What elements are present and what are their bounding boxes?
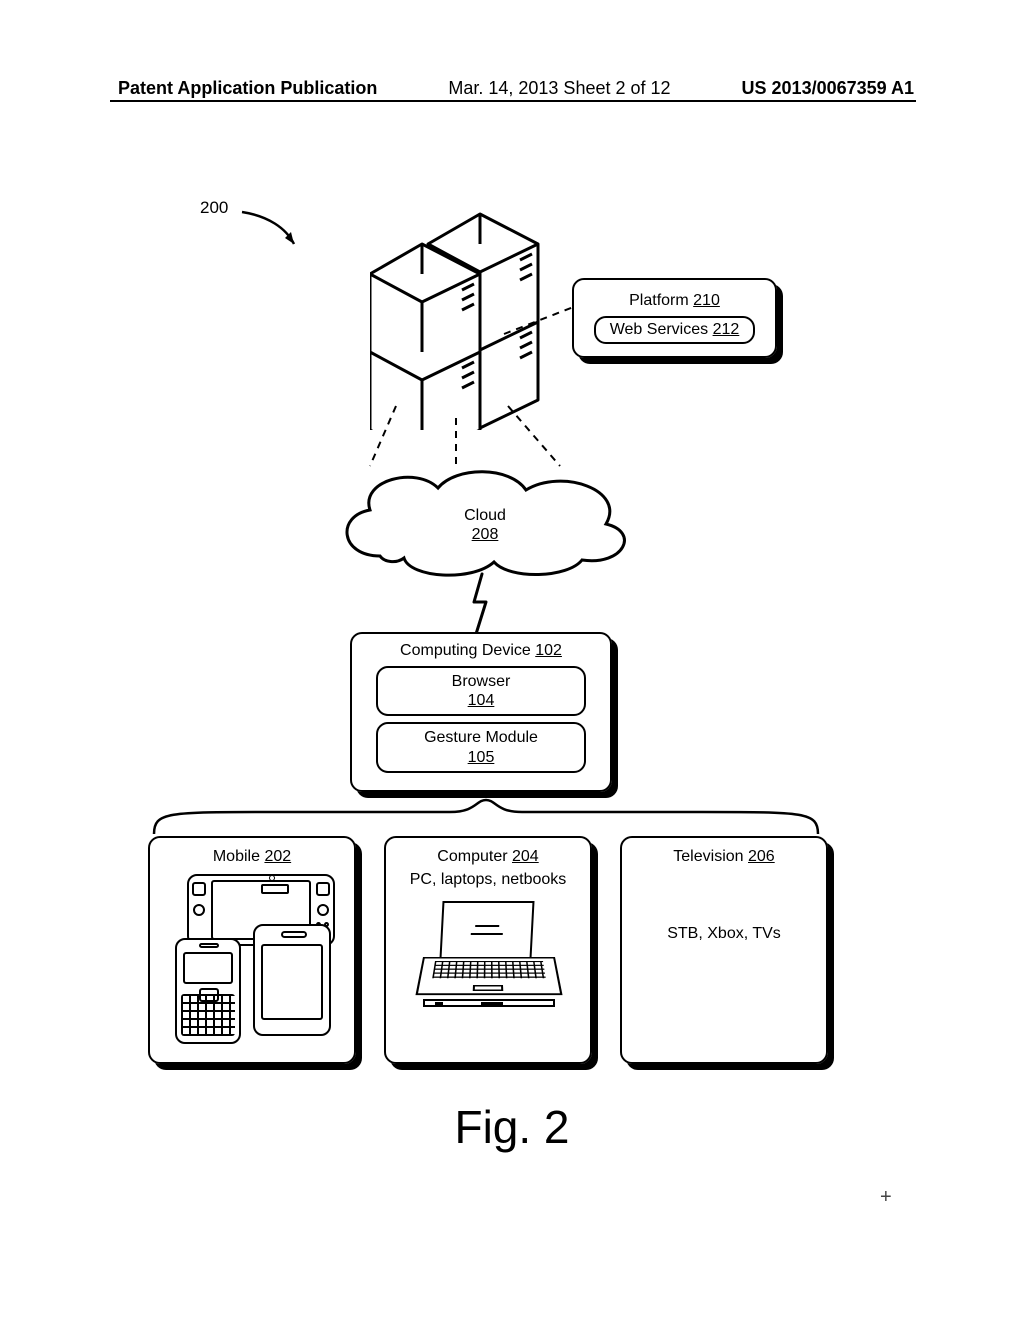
curly-brace-icon: [150, 798, 822, 838]
television-title-ref: 206: [748, 848, 775, 865]
platform-box: Platform 210 Web Services 212: [572, 278, 777, 358]
header-rule: [110, 100, 916, 102]
laptop-icon: [413, 901, 563, 1011]
header-left: Patent Application Publication: [118, 78, 377, 99]
computer-title-text: Computer: [437, 848, 507, 865]
browser-box: Browser 104: [376, 666, 586, 716]
figure-caption: Fig. 2: [0, 1100, 1024, 1154]
ref-200-pointer: [238, 208, 298, 248]
tablet-icon: [253, 924, 331, 1036]
computer-subtitle: PC, laptops, netbooks: [410, 870, 567, 889]
computing-device-title: Computing Device 102: [400, 642, 562, 660]
page-header: Patent Application Publication Mar. 14, …: [0, 78, 1024, 99]
platform-title-ref: 210: [693, 292, 720, 309]
platform-title-text: Platform: [629, 292, 689, 309]
mobile-title-text: Mobile: [213, 848, 260, 865]
device-class-row: Mobile 202: [148, 836, 828, 1064]
gesture-ref: 105: [468, 749, 495, 766]
mobile-title-ref: 202: [264, 848, 291, 865]
header-right: US 2013/0067359 A1: [742, 78, 914, 99]
cloud-label-ref: 208: [472, 526, 499, 543]
computer-title: Computer 204: [437, 848, 538, 866]
computer-box: Computer 204 PC, laptops, netbooks: [384, 836, 592, 1064]
mobile-box: Mobile 202: [148, 836, 356, 1064]
cloud-label-text: Cloud: [464, 507, 506, 524]
ref-200-label: 200: [200, 198, 228, 218]
cloud-label: Cloud 208: [330, 506, 640, 544]
web-services-box: Web Services 212: [594, 316, 756, 344]
television-title: Television 206: [673, 848, 774, 866]
computing-device-title-ref: 102: [535, 642, 562, 659]
web-services-ref: 212: [713, 321, 740, 338]
platform-title: Platform 210: [629, 292, 720, 310]
computing-device-title-text: Computing Device: [400, 642, 531, 659]
gesture-module-box: Gesture Module 105: [376, 722, 586, 772]
television-subtitle: STB, Xbox, TVs: [667, 924, 781, 943]
web-services-text: Web Services: [610, 321, 708, 338]
mobile-devices-icon: [167, 874, 337, 1024]
computing-device-box: Computing Device 102 Browser 104 Gesture…: [350, 632, 612, 792]
crop-mark-icon: +: [880, 1186, 892, 1209]
phone-icon: [175, 938, 241, 1044]
television-title-text: Television: [673, 848, 743, 865]
header-center: Mar. 14, 2013 Sheet 2 of 12: [448, 78, 670, 99]
browser-ref: 104: [468, 692, 495, 709]
mobile-title: Mobile 202: [213, 848, 291, 866]
gesture-text: Gesture Module: [424, 729, 538, 746]
television-box: Television 206 STB, Xbox, TVs: [620, 836, 828, 1064]
browser-text: Browser: [452, 673, 511, 690]
computer-title-ref: 204: [512, 848, 539, 865]
cloud-icon: Cloud 208: [330, 460, 640, 580]
